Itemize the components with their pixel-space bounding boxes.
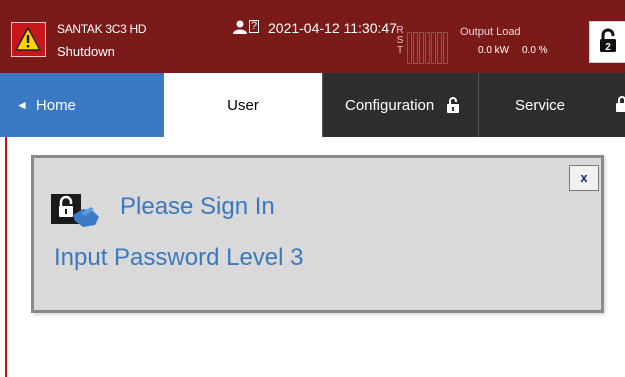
header-lock-button[interactable]: 2 [589, 21, 625, 63]
svg-text:2: 2 [605, 42, 611, 53]
status-header: SANTAK 3C3 HD Shutdown ? 2021-04-12 11:3… [0, 0, 625, 73]
tab-user[interactable]: User [164, 73, 322, 137]
lock-icon [447, 97, 460, 113]
phase-t: T [396, 45, 404, 56]
output-load-label: Output Load [460, 26, 521, 38]
tab-home-label: Home [35, 96, 76, 114]
load-bar [419, 32, 424, 64]
nav-tabs: ◄ Home User Configuration Service [0, 73, 625, 137]
load-bar [443, 32, 448, 64]
close-button[interactable]: x [569, 165, 599, 191]
tab-home[interactable]: ◄ Home [0, 73, 164, 137]
sign-in-dialog: x Please Sign In Input Password Level 3 [31, 155, 604, 313]
device-state: Shutdown [57, 44, 115, 59]
load-bar [431, 32, 436, 64]
warning-indicator[interactable] [11, 22, 46, 57]
output-kw: 0.0 kW [478, 45, 510, 56]
tab-configuration-label: Configuration [345, 96, 435, 114]
lock-icon [616, 96, 625, 112]
phase-labels: R S T [395, 26, 405, 56]
tab-service[interactable]: Service [478, 73, 625, 137]
warning-triangle-icon [15, 27, 41, 51]
tab-configuration[interactable]: Configuration [322, 73, 478, 137]
load-bar [437, 32, 442, 64]
alert-edge-line [5, 137, 7, 377]
tab-user-label: User [227, 96, 259, 114]
dialog-subtitle: Input Password Level 3 [54, 244, 304, 271]
load-bar [413, 32, 418, 64]
dialog-title: Please Sign In [120, 193, 275, 220]
datetime: 2021-04-12 11:30:47 [268, 20, 397, 36]
tab-service-label: Service [515, 96, 566, 114]
help-icon[interactable]: ? [249, 20, 260, 33]
sign-in-lock-icon [51, 194, 99, 227]
load-bar [425, 32, 430, 64]
output-percent: 0.0 % [522, 45, 548, 56]
load-bar [407, 32, 412, 64]
user-icon[interactable] [233, 20, 247, 34]
lock-icon: 2 [600, 28, 616, 53]
device-model: SANTAK 3C3 HD [57, 22, 147, 36]
back-arrow-icon: ◄ [16, 98, 28, 112]
